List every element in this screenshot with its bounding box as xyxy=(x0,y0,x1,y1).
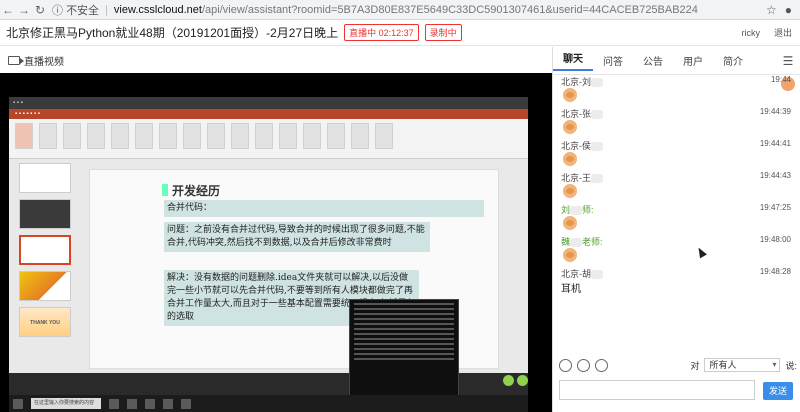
tab-chat[interactable]: 聊天 xyxy=(553,50,593,71)
ppt-ribbon xyxy=(9,119,528,159)
back-arrow-icon[interactable]: ← xyxy=(0,3,16,17)
sender-name: 北京-张 xyxy=(561,107,603,120)
panel-tabs: 聊天 问答 公告 用户 简介 ☰ xyxy=(553,47,800,75)
live-video-player[interactable]: ▪ ▪ ▪ ▪ ▪ ▪ ▪ ▪ ▪ ▪ THANK YOU 开发经历 合并代码：… xyxy=(0,73,552,412)
slide-title: 开发经历 xyxy=(161,184,221,198)
recipient-label: 对 xyxy=(690,360,700,371)
wechat-icon xyxy=(503,375,528,389)
chat-message: 北京-侯 19:44:41 xyxy=(561,139,800,171)
message-time: 19:44:39 xyxy=(759,107,791,116)
windows-taskbar: 在这里输入你要搜索的内容 xyxy=(9,395,528,412)
chat-panel: 聊天 问答 公告 用户 简介 ☰ 北京-刘 19:44 北京-张 19:44:3… xyxy=(552,47,800,412)
info-icon: ⓘ xyxy=(52,4,63,17)
slide-thumbnail xyxy=(19,199,71,229)
ppt-ribbon-tabs: ▪ ▪ ▪ ▪ ▪ ▪ ▪ xyxy=(9,109,528,119)
sender-name: 北京-侯 xyxy=(561,139,603,152)
chat-toolbar: 对 所有人 说: xyxy=(553,354,800,376)
shared-screen: ▪ ▪ ▪ ▪ ▪ ▪ ▪ ▪ ▪ ▪ THANK YOU 开发经历 合并代码：… xyxy=(9,97,528,395)
slide-line: 合并代码： xyxy=(164,200,484,217)
page-title: 北京修正黑马Python就业48期（20191201面授）-2月27日晚上 xyxy=(6,26,339,40)
profile-icon[interactable]: ● xyxy=(785,3,792,17)
send-button[interactable]: 发送 xyxy=(763,382,793,400)
clap-emoji-icon xyxy=(563,120,577,134)
screen-titlebar: ▪ ▪ ▪ xyxy=(9,97,528,109)
address-field[interactable]: view.csslcloud.net/api/view/assistant?ro… xyxy=(114,4,698,16)
reload-icon[interactable]: ↻ xyxy=(32,3,48,17)
emoji-icon[interactable] xyxy=(559,358,572,372)
terminal-window xyxy=(349,299,459,395)
recipient-select[interactable]: 所有人 xyxy=(704,358,781,372)
slide-thumbnail xyxy=(19,271,71,301)
camera-icon xyxy=(8,55,24,65)
chat-message: 刘师: 19:47:25 xyxy=(561,203,800,235)
browser-url-bar: ← → ↻ ⓘ 不安全 | view.csslcloud.net/api/view… xyxy=(0,0,800,20)
message-time: 19:48:28 xyxy=(759,267,791,276)
message-text: 耳机 xyxy=(561,284,581,295)
forward-arrow-icon[interactable]: → xyxy=(16,3,32,17)
menu-icon[interactable]: ☰ xyxy=(776,54,800,68)
username: ricky xyxy=(741,27,760,38)
chat-message: 北京-王 19:44:43 xyxy=(561,171,800,203)
tab-qa[interactable]: 问答 xyxy=(593,53,633,68)
security-indicator[interactable]: ⓘ 不安全 | xyxy=(52,2,114,18)
sender-name: 魏老师: xyxy=(561,237,603,248)
clap-emoji-icon xyxy=(563,216,577,230)
page-header: 北京修正黑马Python就业48期（20191201面授）-2月27日晚上 直播… xyxy=(0,20,800,46)
message-time: 19:48:00 xyxy=(759,235,791,244)
live-status-badge: 直播中 02:12:37 xyxy=(344,24,419,41)
slide-thumbnail: THANK YOU xyxy=(19,307,71,337)
clap-emoji-icon xyxy=(563,248,577,262)
message-time: 19:44:41 xyxy=(759,139,791,148)
sender-name: 北京-胡 xyxy=(561,267,603,280)
recording-badge: 录制中 xyxy=(424,24,462,41)
flower-icon[interactable] xyxy=(577,358,590,372)
chat-input[interactable] xyxy=(559,380,755,400)
clap-emoji-icon xyxy=(563,88,577,102)
slide-thumbnail-selected xyxy=(19,235,71,265)
logout-link[interactable]: 退出 xyxy=(774,26,792,39)
sender-name: 北京-王 xyxy=(561,171,603,184)
chat-message: 北京-张 19:44:39 xyxy=(561,107,800,139)
windows-start-icon xyxy=(13,398,23,409)
tab-announcement[interactable]: 公告 xyxy=(633,53,673,68)
video-section-label: 直播视频 xyxy=(0,47,552,73)
message-time: 19:44:43 xyxy=(759,171,791,180)
slide-thumbnails: THANK YOU xyxy=(11,163,71,371)
message-time: 19:47:25 xyxy=(759,203,791,212)
chat-message: 北京-刘 19:44 xyxy=(561,75,800,107)
chat-message: 北京-胡 19:48:28 耳机 xyxy=(561,267,800,299)
slide-line: 问题：之前没有合并过代码,导致合并的时候出现了很多问题,不能合并,代码冲突,然后… xyxy=(164,222,430,252)
message-time: 19:44 xyxy=(770,75,791,84)
chat-input-row: 发送 xyxy=(553,380,800,404)
tab-users[interactable]: 用户 xyxy=(673,53,713,68)
clap-emoji-icon xyxy=(563,184,577,198)
bookmark-star-icon[interactable]: ☆ xyxy=(766,3,777,17)
sender-name: 刘师: xyxy=(561,205,594,216)
chat-message: 魏老师: 19:48:00 xyxy=(561,235,800,267)
say-label: 说: xyxy=(785,360,797,371)
reward-icon[interactable] xyxy=(595,358,608,372)
taskbar-search: 在这里输入你要搜索的内容 xyxy=(31,398,101,409)
slide-thumbnail xyxy=(19,163,71,193)
chat-message-list[interactable]: 北京-刘 19:44 北京-张 19:44:39 北京-侯 19:44:41 北… xyxy=(553,75,800,371)
clap-emoji-icon xyxy=(563,152,577,166)
tab-intro[interactable]: 简介 xyxy=(713,53,753,68)
sender-name: 北京-刘 xyxy=(561,75,603,88)
